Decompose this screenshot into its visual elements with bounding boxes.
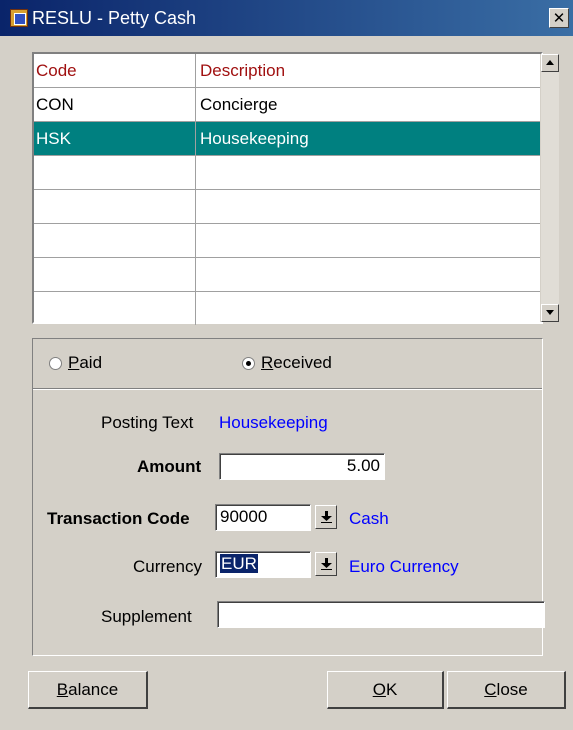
petty-cash-code-grid[interactable]: Code Description CON Concierge HSK House… [32, 52, 559, 326]
supplement-field[interactable] [217, 601, 545, 628]
radio-unchecked-icon [49, 356, 62, 370]
amount-field[interactable]: 5.00 [219, 453, 385, 480]
window-title: RESLU - Petty Cash [32, 8, 197, 28]
column-header-code[interactable]: Code [34, 54, 196, 87]
app-window-icon [10, 9, 28, 27]
column-header-description[interactable]: Description [196, 54, 540, 87]
currency-description: Euro Currency [349, 557, 459, 576]
scroll-up-button[interactable] [541, 54, 559, 72]
transaction-code-description: Cash [349, 509, 389, 528]
scroll-down-button[interactable] [541, 304, 559, 322]
paid-radio-label: Paid [68, 353, 103, 372]
transaction-code-label: Transaction Code [47, 509, 190, 528]
transaction-code-dropdown-button[interactable] [315, 505, 337, 529]
dropdown-arrow-icon [321, 558, 332, 570]
table-row-empty[interactable] [34, 190, 540, 224]
grid-vertical-scrollbar[interactable] [540, 54, 559, 322]
radio-checked-icon [242, 356, 255, 370]
paid-radio[interactable]: Paid [49, 353, 102, 373]
posting-details-panel: Paid Received Posting Text Housekeeping … [32, 338, 545, 656]
currency-label: Currency [133, 557, 202, 576]
balance-button[interactable]: Balance [28, 671, 148, 709]
title-bar: RESLU - Petty Cash ✕ [0, 0, 573, 36]
cell-code: HSK [34, 122, 196, 155]
currency-dropdown-button[interactable] [315, 552, 337, 576]
received-radio-label: Received [261, 353, 332, 372]
table-row-con[interactable]: CON Concierge [34, 88, 540, 122]
table-row-empty[interactable] [34, 292, 540, 326]
ok-button[interactable]: OK [327, 671, 444, 709]
received-radio[interactable]: Received [242, 353, 332, 373]
supplement-label: Supplement [101, 607, 192, 626]
cell-code: CON [34, 88, 196, 121]
amount-label: Amount [137, 457, 202, 476]
dropdown-arrow-icon [321, 511, 332, 523]
table-row-hsk[interactable]: HSK Housekeeping [34, 122, 540, 156]
cell-description: Concierge [200, 95, 278, 114]
paid-received-radio-group: Paid Received [33, 339, 542, 390]
currency-field[interactable]: EUR [215, 551, 311, 578]
transaction-code-field[interactable]: 90000 [215, 504, 311, 531]
scroll-up-arrow-icon [546, 60, 554, 65]
table-row-empty[interactable] [34, 258, 540, 292]
close-button[interactable]: Close [447, 671, 566, 709]
currency-value: EUR [220, 554, 258, 573]
cell-description: Housekeeping [200, 129, 309, 148]
table-row-empty[interactable] [34, 156, 540, 190]
table-row-empty[interactable] [34, 224, 540, 258]
scroll-down-arrow-icon [546, 310, 554, 315]
posting-text-label: Posting Text [101, 413, 194, 432]
posting-text-value: Housekeeping [219, 413, 328, 432]
close-window-button[interactable]: ✕ [549, 8, 569, 28]
grid-header: Code Description [34, 54, 540, 88]
